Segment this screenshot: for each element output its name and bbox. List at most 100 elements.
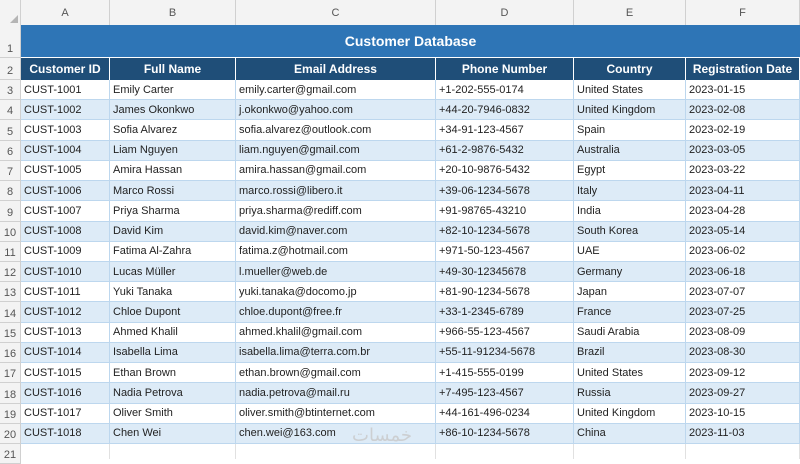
table-cell[interactable]: CUST-1009 <box>21 241 110 262</box>
row-header[interactable]: 19 <box>0 403 21 424</box>
header-country[interactable]: Country <box>574 58 686 80</box>
table-cell[interactable]: +86-10-1234-5678 <box>436 423 574 444</box>
table-cell[interactable]: 2023-07-07 <box>686 282 800 303</box>
select-all-corner[interactable] <box>0 0 21 25</box>
table-cell[interactable]: marco.rossi@libero.it <box>236 181 436 202</box>
table-cell[interactable] <box>686 443 800 459</box>
table-cell[interactable]: CUST-1015 <box>21 363 110 384</box>
row-header[interactable]: 21 <box>0 443 21 464</box>
table-cell[interactable]: United States <box>574 363 686 384</box>
table-cell[interactable]: James Okonkwo <box>110 100 236 121</box>
table-cell[interactable]: +966-55-123-4567 <box>436 322 574 343</box>
table-cell[interactable]: +20-10-9876-5432 <box>436 160 574 182</box>
table-cell[interactable]: l.mueller@web.de <box>236 261 436 283</box>
table-cell[interactable]: amira.hassan@gmail.com <box>236 160 436 182</box>
column-header-a[interactable]: A <box>21 0 110 25</box>
table-cell[interactable]: Marco Rossi <box>110 181 236 202</box>
header-registration-date[interactable]: Registration Date <box>686 58 800 80</box>
row-header[interactable]: 14 <box>0 302 21 323</box>
table-cell[interactable]: Italy <box>574 181 686 202</box>
table-cell[interactable]: +91-98765-43210 <box>436 201 574 222</box>
row-header[interactable]: 9 <box>0 201 21 222</box>
row-header[interactable]: 12 <box>0 261 21 283</box>
row-header[interactable]: 1 <box>0 25 21 58</box>
table-cell[interactable]: Chen Wei <box>110 423 236 444</box>
table-cell[interactable]: 2023-02-19 <box>686 120 800 141</box>
table-cell[interactable]: +1-202-555-0174 <box>436 80 574 101</box>
table-cell[interactable]: Spain <box>574 120 686 141</box>
table-cell[interactable]: 2023-03-22 <box>686 160 800 182</box>
row-header[interactable]: 7 <box>0 160 21 182</box>
table-cell[interactable]: +7-495-123-4567 <box>436 383 574 404</box>
table-cell[interactable]: CUST-1006 <box>21 181 110 202</box>
table-cell[interactable]: France <box>574 302 686 323</box>
table-cell[interactable]: South Korea <box>574 221 686 242</box>
table-cell[interactable]: +81-90-1234-5678 <box>436 282 574 303</box>
column-header-f[interactable]: F <box>686 0 800 25</box>
table-cell[interactable]: CUST-1018 <box>21 423 110 444</box>
table-cell[interactable]: CUST-1011 <box>21 282 110 303</box>
table-cell[interactable]: UAE <box>574 241 686 262</box>
table-cell[interactable]: David Kim <box>110 221 236 242</box>
table-cell[interactable]: CUST-1005 <box>21 160 110 182</box>
table-cell[interactable]: Yuki Tanaka <box>110 282 236 303</box>
table-cell[interactable]: Ahmed Khalil <box>110 322 236 343</box>
table-cell[interactable]: 2023-06-02 <box>686 241 800 262</box>
table-cell[interactable]: ahmed.khalil@gmail.com <box>236 322 436 343</box>
table-cell[interactable]: CUST-1002 <box>21 100 110 121</box>
header-full-name[interactable]: Full Name <box>110 58 236 80</box>
table-cell[interactable]: 2023-09-12 <box>686 363 800 384</box>
table-cell[interactable]: Lucas Müller <box>110 261 236 283</box>
table-cell[interactable]: +1-415-555-0199 <box>436 363 574 384</box>
table-cell[interactable]: Isabella Lima <box>110 342 236 364</box>
table-cell[interactable]: liam.nguyen@gmail.com <box>236 140 436 161</box>
table-cell[interactable]: sofia.alvarez@outlook.com <box>236 120 436 141</box>
table-cell[interactable]: CUST-1003 <box>21 120 110 141</box>
table-cell[interactable]: United Kingdom <box>574 403 686 424</box>
row-header[interactable]: 17 <box>0 363 21 384</box>
header-customer-id[interactable]: Customer ID <box>21 58 110 80</box>
table-cell[interactable]: United States <box>574 80 686 101</box>
table-cell[interactable]: +33-1-2345-6789 <box>436 302 574 323</box>
table-cell[interactable]: yuki.tanaka@docomo.jp <box>236 282 436 303</box>
table-cell[interactable]: 2023-04-11 <box>686 181 800 202</box>
table-cell[interactable]: 2023-04-28 <box>686 201 800 222</box>
column-header-c[interactable]: C <box>236 0 436 25</box>
table-title[interactable]: Customer Database <box>21 25 800 58</box>
table-cell[interactable]: CUST-1013 <box>21 322 110 343</box>
table-cell[interactable]: United Kingdom <box>574 100 686 121</box>
table-cell[interactable]: Liam Nguyen <box>110 140 236 161</box>
table-cell[interactable]: Nadia Petrova <box>110 383 236 404</box>
header-phone-number[interactable]: Phone Number <box>436 58 574 80</box>
table-cell[interactable]: CUST-1004 <box>21 140 110 161</box>
table-cell[interactable]: fatima.z@hotmail.com <box>236 241 436 262</box>
row-header[interactable]: 8 <box>0 181 21 202</box>
table-cell[interactable]: +971-50-123-4567 <box>436 241 574 262</box>
table-cell[interactable]: Fatima Al-Zahra <box>110 241 236 262</box>
table-cell[interactable]: Japan <box>574 282 686 303</box>
row-header[interactable]: 15 <box>0 322 21 343</box>
row-header[interactable]: 11 <box>0 241 21 262</box>
table-cell[interactable]: 2023-03-05 <box>686 140 800 161</box>
table-cell[interactable]: Emily Carter <box>110 80 236 101</box>
table-cell[interactable]: priya.sharma@rediff.com <box>236 201 436 222</box>
table-cell[interactable]: 2023-08-30 <box>686 342 800 364</box>
table-cell[interactable]: 2023-07-25 <box>686 302 800 323</box>
column-header-d[interactable]: D <box>436 0 574 25</box>
table-cell[interactable] <box>574 443 686 459</box>
table-cell[interactable]: CUST-1017 <box>21 403 110 424</box>
table-cell[interactable]: 2023-10-15 <box>686 403 800 424</box>
row-header[interactable]: 3 <box>0 80 21 101</box>
table-cell[interactable]: 2023-11-03 <box>686 423 800 444</box>
table-cell[interactable]: CUST-1014 <box>21 342 110 364</box>
header-email-address[interactable]: Email Address <box>236 58 436 80</box>
table-cell[interactable] <box>110 443 236 459</box>
table-cell[interactable]: +82-10-1234-5678 <box>436 221 574 242</box>
row-header[interactable]: 16 <box>0 342 21 364</box>
table-cell[interactable]: Egypt <box>574 160 686 182</box>
table-cell[interactable]: david.kim@naver.com <box>236 221 436 242</box>
table-cell[interactable]: Australia <box>574 140 686 161</box>
row-header[interactable]: 18 <box>0 383 21 404</box>
table-cell[interactable]: Priya Sharma <box>110 201 236 222</box>
table-cell[interactable] <box>236 443 436 459</box>
